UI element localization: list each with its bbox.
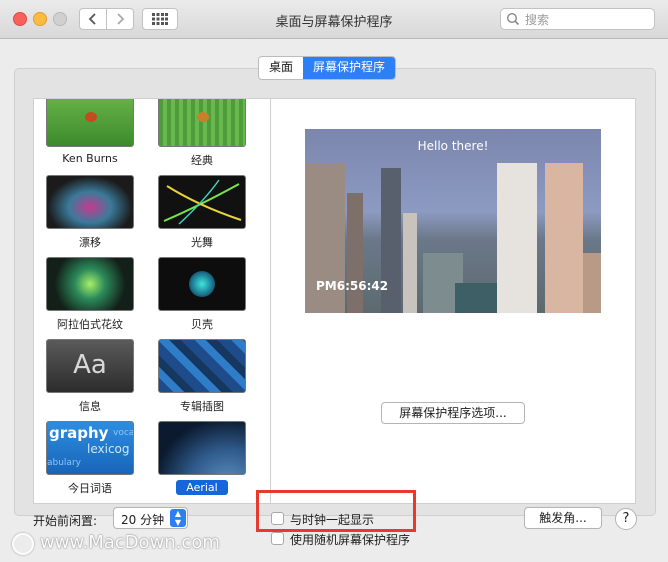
- saver-ken-burns[interactable]: Ken Burns: [40, 99, 140, 165]
- ladybug-icon: [197, 112, 209, 122]
- flurry-thumbnail: [158, 175, 246, 229]
- screensaver-list[interactable]: Ken Burns 经典 漂移 光舞 阿拉伯式花纹 贝壳 Aa 信息 专辑插图: [33, 98, 271, 504]
- drift-thumbnail: [46, 175, 134, 229]
- saver-drift[interactable]: 漂移: [40, 175, 140, 250]
- saver-classic[interactable]: 经典: [152, 99, 252, 168]
- saver-label: 信息: [79, 400, 101, 413]
- watermark-logo-icon: [12, 533, 34, 555]
- message-thumb-text: Aa: [73, 350, 107, 380]
- tab-screensaver[interactable]: 屏幕保护程序: [303, 57, 396, 79]
- screensaver-options-button[interactable]: 屏幕保护程序选项...: [381, 402, 525, 424]
- saver-label: 贝壳: [191, 318, 213, 331]
- annotation-highlight-box: [256, 490, 416, 532]
- idle-time-select[interactable]: 20 分钟 ▲ ▼: [113, 507, 188, 529]
- preview-greeting: Hello there!: [417, 139, 489, 153]
- ken-burns-thumbnail: [46, 99, 134, 147]
- saver-flurry[interactable]: 光舞: [152, 175, 252, 250]
- saver-message[interactable]: Aa 信息: [40, 339, 140, 414]
- saver-label: Aerial: [176, 480, 228, 495]
- flurry-art: [163, 179, 242, 225]
- search-box[interactable]: [500, 8, 655, 31]
- word-thumb-text: abulary: [47, 458, 81, 468]
- use-random-checkbox[interactable]: [271, 532, 284, 545]
- watermark-text: www.MacDown.com: [40, 532, 220, 553]
- help-button[interactable]: ?: [615, 508, 637, 530]
- saver-label: 光舞: [191, 236, 213, 249]
- select-stepper-icon: ▲ ▼: [170, 509, 186, 527]
- use-random-label: 使用随机屏幕保护程序: [290, 533, 411, 547]
- saver-arabesque[interactable]: 阿拉伯式花纹: [40, 257, 140, 332]
- title-bar: 桌面与屏幕保护程序: [0, 0, 668, 39]
- saver-label: Ken Burns: [62, 152, 118, 165]
- saver-aerial[interactable]: Aerial: [152, 421, 252, 495]
- ladybug-icon: [85, 112, 97, 122]
- hot-corners-button[interactable]: 触发角...: [524, 507, 602, 529]
- tab-bar: 桌面 屏幕保护程序: [258, 56, 397, 80]
- saver-label: 阿拉伯式花纹: [57, 318, 123, 331]
- saver-word-of-day[interactable]: graphy voca lexicog abulary 今日词语: [40, 421, 140, 496]
- album-artwork-thumbnail: [158, 339, 246, 393]
- saver-label: 经典: [191, 154, 213, 167]
- arabesque-thumbnail: [46, 257, 134, 311]
- aerial-thumbnail: [158, 421, 246, 475]
- saver-album-artwork[interactable]: 专辑插图: [152, 339, 252, 414]
- saver-label: 专辑插图: [180, 400, 224, 413]
- search-input[interactable]: [523, 9, 652, 31]
- idle-time-value: 20 分钟: [121, 513, 165, 527]
- word-thumb-text: graphy: [49, 424, 109, 442]
- saver-label: 漂移: [79, 236, 101, 249]
- screensaver-preview: Hello there! PM6:56:42: [305, 129, 601, 313]
- word-thumb-text: voca: [113, 428, 134, 438]
- shell-thumbnail: [158, 257, 246, 311]
- word-thumb-text: lexicog: [87, 442, 130, 456]
- classic-thumbnail: [158, 99, 246, 147]
- idle-label: 开始前闲置:: [33, 514, 98, 528]
- saver-label: 今日词语: [68, 482, 112, 495]
- tab-desktop[interactable]: 桌面: [259, 57, 303, 79]
- message-thumbnail: Aa: [46, 339, 134, 393]
- search-icon: [506, 12, 520, 26]
- preview-clock: PM6:56:42: [316, 279, 389, 293]
- word-of-day-thumbnail: graphy voca lexicog abulary: [46, 421, 134, 475]
- saver-shell[interactable]: 贝壳: [152, 257, 252, 332]
- shell-art: [189, 271, 215, 297]
